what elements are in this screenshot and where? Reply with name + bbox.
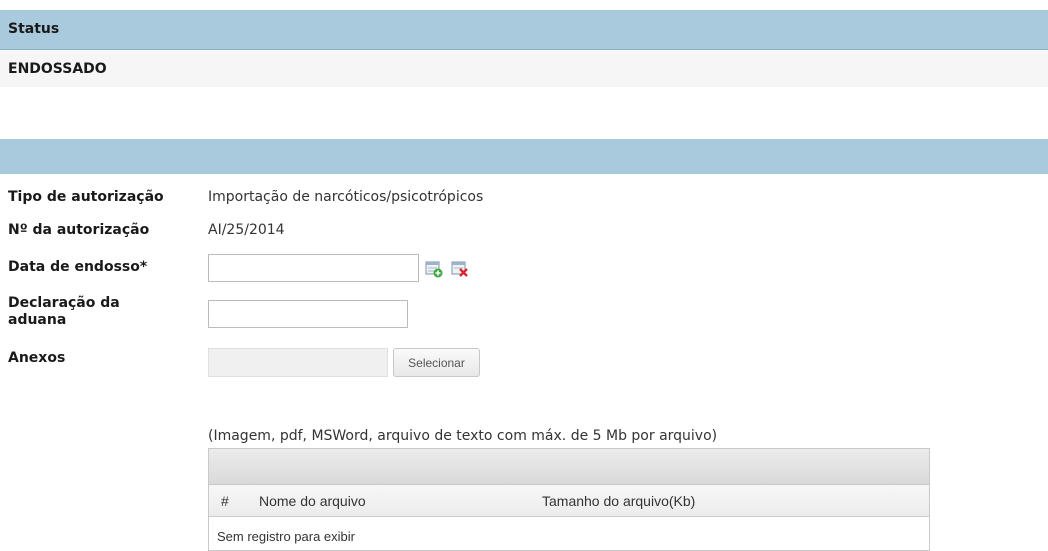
status-value-row: ENDOSSADO [0, 51, 1048, 87]
attachments-grid: # Nome do arquivo Tamanho do arquivo(Kb)… [208, 448, 930, 551]
declaracao-aduana-label: Declaração da aduana [8, 295, 120, 329]
declaracao-aduana-label-line2: aduana [8, 312, 67, 328]
grid-empty-message: Sem registro para exibir [217, 529, 355, 544]
anexos-label: Anexos [8, 350, 66, 366]
file-name-field[interactable] [208, 348, 388, 377]
file-format-hint: (Imagem, pdf, MSWord, arquivo de texto c… [208, 428, 718, 444]
grid-header-row: # Nome do arquivo Tamanho do arquivo(Kb) [209, 485, 929, 517]
calendar-add-icon[interactable] [425, 260, 443, 278]
column-header-filename[interactable]: Nome do arquivo [259, 493, 366, 509]
data-endosso-input[interactable] [208, 254, 419, 282]
declaracao-aduana-input[interactable] [208, 300, 408, 328]
status-header-label: Status [8, 21, 60, 37]
form-section-header [0, 139, 1048, 174]
column-header-index[interactable]: # [221, 493, 229, 509]
clear-date-icon[interactable] [451, 260, 469, 278]
tipo-autorizacao-value: Importação de narcóticos/psicotrópicos [208, 189, 484, 205]
numero-autorizacao-label: Nº da autorização [8, 222, 150, 238]
status-value: ENDOSSADO [8, 61, 107, 77]
select-file-button[interactable]: Selecionar [393, 348, 480, 377]
numero-autorizacao-value: AI/25/2014 [208, 222, 285, 238]
declaracao-aduana-label-line1: Declaração da [8, 295, 120, 311]
column-header-filesize[interactable]: Tamanho do arquivo(Kb) [542, 493, 695, 509]
grid-toolbar [209, 449, 929, 485]
tipo-autorizacao-label: Tipo de autorização [8, 189, 164, 205]
data-endosso-label: Data de endosso* [8, 259, 148, 275]
status-header: Status [0, 10, 1048, 50]
